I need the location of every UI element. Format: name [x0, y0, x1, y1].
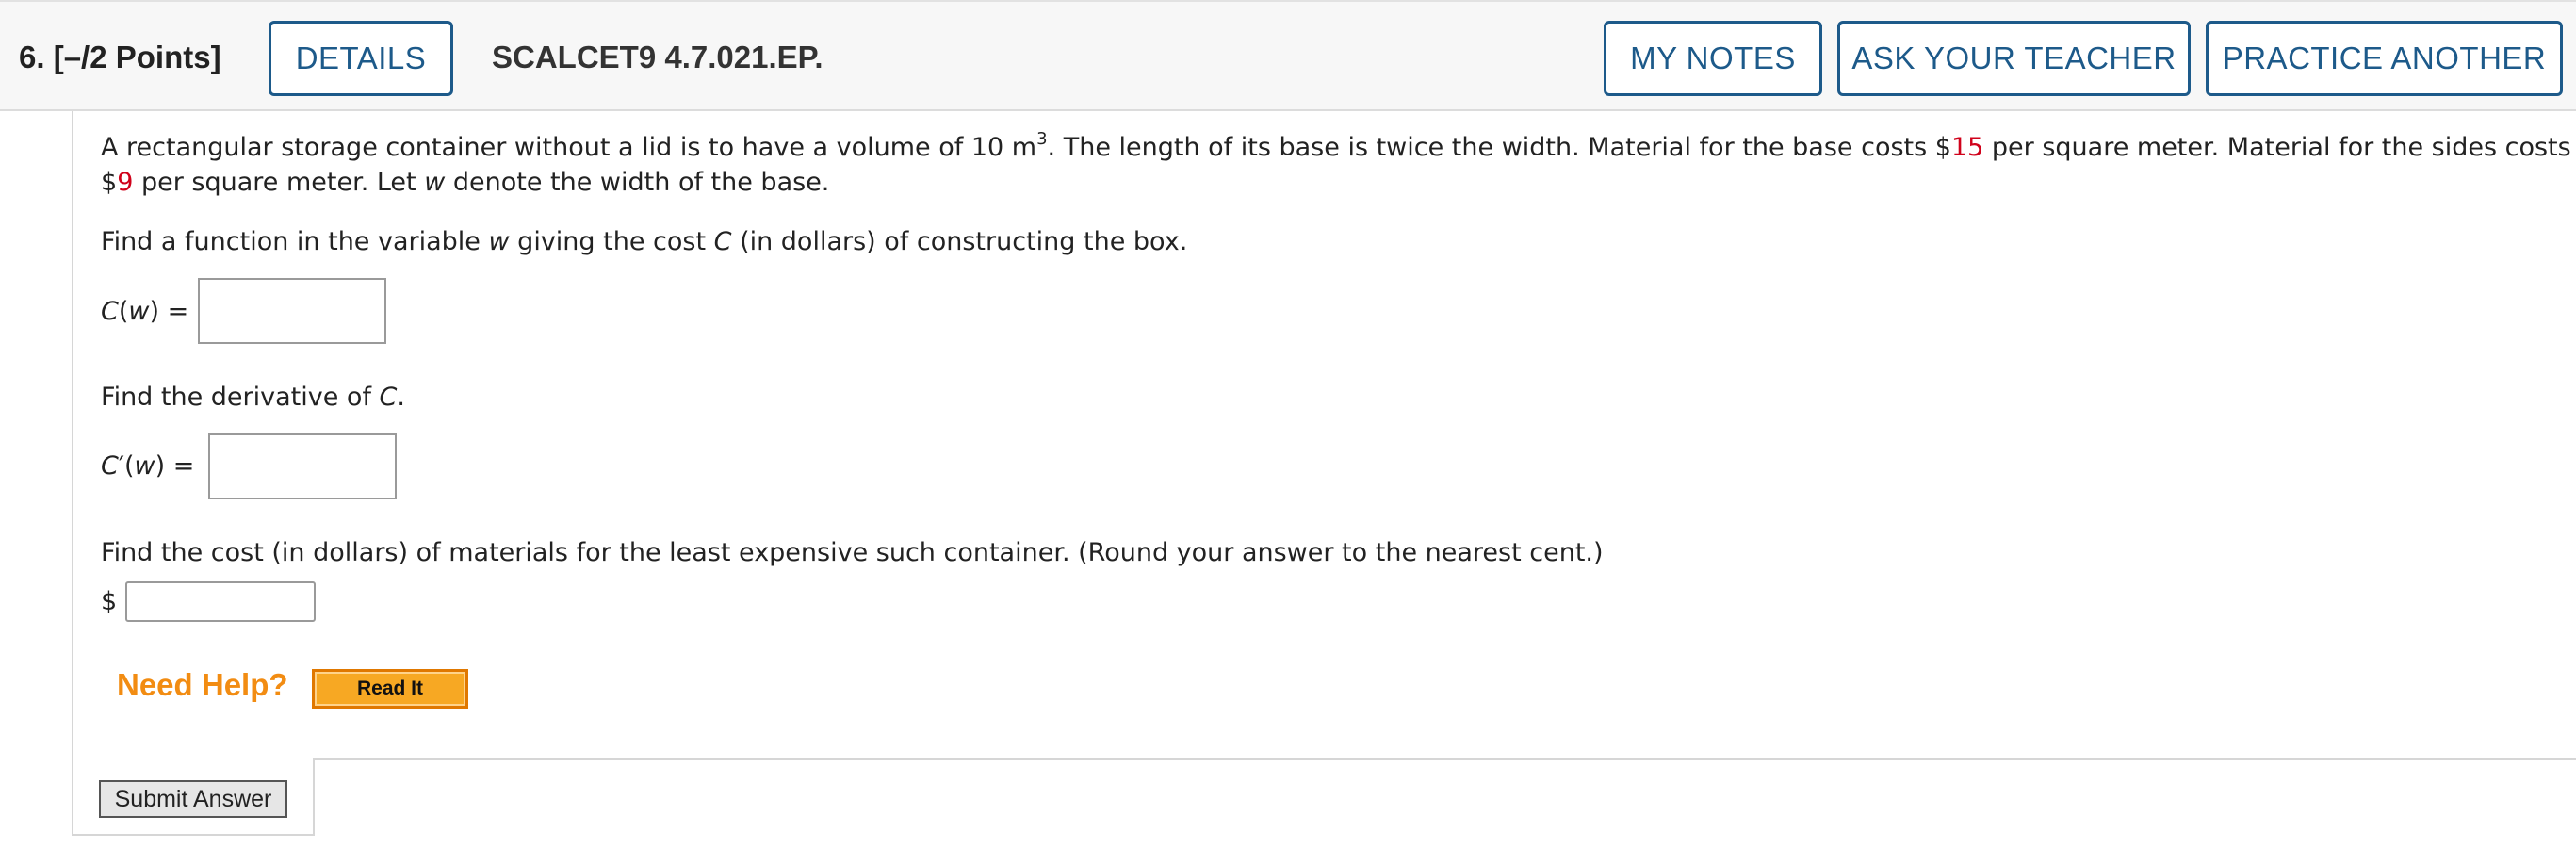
- question-header: 6. [–/2 Points] DETAILS SCALCET9 4.7.021…: [0, 0, 2576, 111]
- problem-statement-line-2: $9 per square meter. Let w denote the wi…: [101, 168, 830, 197]
- cost-function-input[interactable]: [198, 278, 386, 344]
- read-it-button[interactable]: Read It: [312, 669, 468, 709]
- panel-divider: [72, 834, 315, 836]
- submit-answer-button[interactable]: Submit Answer: [99, 780, 287, 818]
- side-cost-value: 9: [117, 168, 134, 197]
- derivative-input[interactable]: [208, 433, 397, 499]
- derivative-label: C′(w) =: [101, 451, 195, 481]
- panel-divider: [313, 758, 2576, 760]
- min-cost-input[interactable]: [125, 581, 316, 622]
- part2-prompt: Find the derivative of C.: [101, 383, 405, 412]
- question-points: 6. [–/2 Points]: [19, 40, 221, 74]
- currency-symbol: $: [101, 587, 118, 616]
- panel-divider: [313, 760, 315, 836]
- part1-prompt: Find a function in the variable w giving…: [101, 227, 1188, 256]
- ask-your-teacher-button[interactable]: ASK YOUR TEACHER: [1837, 21, 2191, 96]
- part3-prompt: Find the cost (in dollars) of materials …: [101, 538, 1604, 567]
- my-notes-button[interactable]: MY NOTES: [1604, 21, 1822, 96]
- problem-code: SCALCET9 4.7.021.EP.: [492, 40, 823, 74]
- details-button[interactable]: DETAILS: [269, 21, 453, 96]
- question-panel: [72, 111, 2576, 835]
- need-help-label: Need Help?: [117, 667, 288, 702]
- practice-another-button[interactable]: PRACTICE ANOTHER: [2206, 21, 2563, 96]
- problem-statement-line-1: A rectangular storage container without …: [101, 129, 2571, 163]
- cost-function-label: C(w) =: [101, 297, 189, 326]
- base-cost-value: 15: [1950, 133, 1984, 162]
